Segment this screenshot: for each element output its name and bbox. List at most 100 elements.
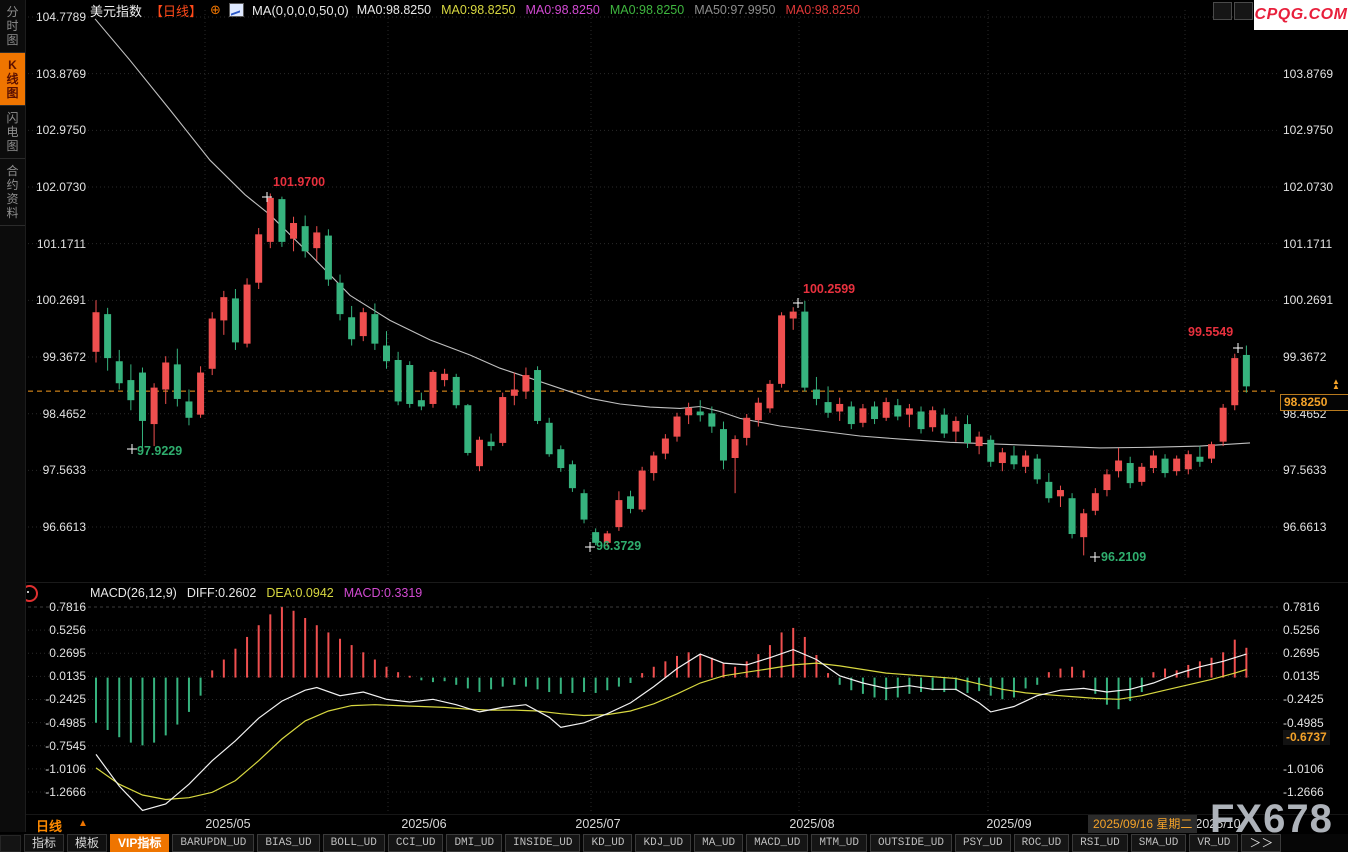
macd-header: MACD(26,12,9) DIFF:0.2602 DEA:0.0942 MACD:0…	[90, 586, 422, 600]
macd-value-chip: -0.6737	[1283, 730, 1330, 745]
date-label: 2025/09	[986, 817, 1031, 831]
axis-tick: 0.5256	[1283, 623, 1320, 637]
pan-icon[interactable]	[1213, 2, 1232, 20]
toolbar-button-指标[interactable]: 指标	[24, 834, 64, 852]
axis-tick: -0.2425	[28, 692, 86, 706]
toolbar-button-VIP指标[interactable]: VIP指标	[110, 834, 169, 852]
date-label: 2025/05	[205, 817, 250, 831]
sidebar-tab-K线图[interactable]: K线图	[0, 53, 25, 106]
toolbar-button-BOLL_UD[interactable]: BOLL_UD	[323, 834, 385, 852]
axis-tick: 104.7789	[28, 10, 86, 24]
price-annotation: 100.2599	[803, 282, 855, 296]
ma-value-5: MA0:98.8250	[786, 3, 860, 17]
period-label[interactable]: 日线	[36, 816, 62, 835]
axis-tick: 0.0135	[28, 669, 86, 683]
ma-value-2: MA0:98.8250	[525, 3, 599, 17]
axis-tick: 0.5256	[28, 623, 86, 637]
toolbar-button-模板[interactable]: 模板	[67, 834, 107, 852]
indicator-toolbar: 指标模板VIP指标BARUPDN_UDBIAS_UDBOLL_UDCCI_UDD…	[0, 834, 1348, 852]
chart-canvas	[0, 0, 1348, 852]
axis-tick: 102.9750	[1283, 123, 1333, 137]
macd-header-item-3: MACD:0.3319	[344, 586, 423, 600]
axis-tick: -0.2425	[1283, 692, 1324, 706]
toolbar-button-MA_UD[interactable]: MA_UD	[694, 834, 743, 852]
axis-tick: -1.0106	[28, 762, 86, 776]
sidebar-tab-闪电图[interactable]: 闪电图	[0, 106, 25, 159]
axis-tick: 97.5633	[1283, 463, 1326, 477]
toolbar-button-KD_UD[interactable]: KD_UD	[583, 834, 632, 852]
axis-tick: 97.5633	[28, 463, 86, 477]
axis-tick: 103.8769	[1283, 67, 1333, 81]
axis-tick: 102.0730	[1283, 180, 1333, 194]
date-label: 2025/07	[575, 817, 620, 831]
ma-value-4: MA50:97.9950	[694, 3, 775, 17]
toolbar-button-VR_UD[interactable]: VR_UD	[1189, 834, 1238, 852]
price-annotation: 96.3729	[596, 539, 641, 553]
toolbar-button-MACD_UD[interactable]: MACD_UD	[746, 834, 808, 852]
price-marker-arrows: ▲▲	[1332, 379, 1340, 389]
axis-tick: -0.4985	[1283, 716, 1324, 730]
ma-value-1: MA0:98.8250	[441, 3, 515, 17]
toolbar-corner	[0, 835, 21, 852]
toolbar-button-CCI_UD[interactable]: CCI_UD	[388, 834, 444, 852]
date-label: 2025/08	[789, 817, 834, 831]
axis-tick: 0.0135	[1283, 669, 1320, 683]
left-tab-strip: 分时图K线图闪电图合约资料	[0, 0, 26, 832]
toolbar-button-PSY_UD[interactable]: PSY_UD	[955, 834, 1011, 852]
price-annotation: 96.2109	[1101, 550, 1146, 564]
macd-header-item-2: DEA:0.0942	[266, 586, 333, 600]
sidebar-tab-分时图[interactable]: 分时图	[0, 0, 25, 53]
axis-tick: -1.2666	[28, 785, 86, 799]
toolbar-button-BIAS_UD[interactable]: BIAS_UD	[257, 834, 319, 852]
toolbar-button-MTM_UD[interactable]: MTM_UD	[811, 834, 867, 852]
cpqg-logo[interactable]: CPQG.COM	[1254, 0, 1348, 30]
price-annotation: 99.5549	[1188, 325, 1233, 339]
axis-tick: 102.9750	[28, 123, 86, 137]
logo-text: CPQG.COM	[1255, 6, 1348, 24]
macd-header-item-0: MACD(26,12,9)	[90, 586, 177, 600]
macd-header-item-1: DIFF:0.2602	[187, 586, 256, 600]
price-annotation: 97.9229	[137, 444, 182, 458]
axis-tick: 99.3672	[1283, 350, 1326, 364]
current-price-chip: 98.8250	[1280, 394, 1348, 411]
chart-type-icon[interactable]	[229, 3, 244, 17]
period-dropdown-arrow[interactable]: ▲	[78, 818, 88, 829]
toolbar-button-DMI_UD[interactable]: DMI_UD	[446, 834, 502, 852]
add-indicator-icon[interactable]: ⊕	[210, 2, 221, 18]
toolbar-button-SMA_UD[interactable]: SMA_UD	[1131, 834, 1187, 852]
axis-tick: 96.6613	[28, 520, 86, 534]
sidebar-tab-合约资料[interactable]: 合约资料	[0, 159, 25, 226]
panel-divider	[0, 582, 1348, 583]
axis-tick: 0.2695	[1283, 646, 1320, 660]
axis-tick: 98.4652	[28, 407, 86, 421]
symbol-title: 美元指数	[90, 1, 142, 20]
current-date-badge: 2025/09/16 星期二	[1088, 815, 1197, 833]
toolbar-button-KDJ_UD[interactable]: KDJ_UD	[635, 834, 691, 852]
price-annotation: 101.9700	[273, 175, 325, 189]
toolbar-button-＞＞[interactable]: ＞＞	[1241, 834, 1281, 852]
axis-tick: 96.6613	[1283, 520, 1326, 534]
axis-tick: -0.4985	[28, 716, 86, 730]
period-tag: 【日线】	[150, 1, 202, 20]
toolbar-button-OUTSIDE_UD[interactable]: OUTSIDE_UD	[870, 834, 952, 852]
toolbar-button-ROC_UD[interactable]: ROC_UD	[1014, 834, 1070, 852]
axis-tick: 0.7816	[28, 600, 86, 614]
ma-values: MA0:98.8250 MA0:98.8250 MA0:98.8250 MA0:98.…	[357, 3, 860, 17]
ma-value-3: MA0:98.8250	[610, 3, 684, 17]
axis-tick: 100.2691	[1283, 293, 1333, 307]
axis-tick: -0.7545	[28, 739, 86, 753]
trading-terminal: 分时图K线图闪电图合约资料 美元指数 【日线】 ⊕ MA(0,0,0,0,50,…	[0, 0, 1348, 852]
axis-tick: 0.2695	[28, 646, 86, 660]
axis-tick: 0.7816	[1283, 600, 1320, 614]
ma-settings-label: MA(0,0,0,0,50,0)	[252, 3, 349, 18]
date-label: 2025/06	[401, 817, 446, 831]
ma-value-0: MA0:98.8250	[357, 3, 431, 17]
toolbar-button-INSIDE_UD[interactable]: INSIDE_UD	[505, 834, 580, 852]
axis-tick: 103.8769	[28, 67, 86, 81]
chart-header: 美元指数 【日线】 ⊕ MA(0,0,0,0,50,0) MA0:98.8250…	[90, 2, 860, 18]
toolbar-button-BARUPDN_UD[interactable]: BARUPDN_UD	[172, 834, 254, 852]
fit-scale-icon[interactable]	[1234, 2, 1253, 20]
axis-tick: 101.1711	[28, 237, 86, 251]
toolbar-button-RSI_UD[interactable]: RSI_UD	[1072, 834, 1128, 852]
axis-tick: -1.0106	[1283, 762, 1324, 776]
